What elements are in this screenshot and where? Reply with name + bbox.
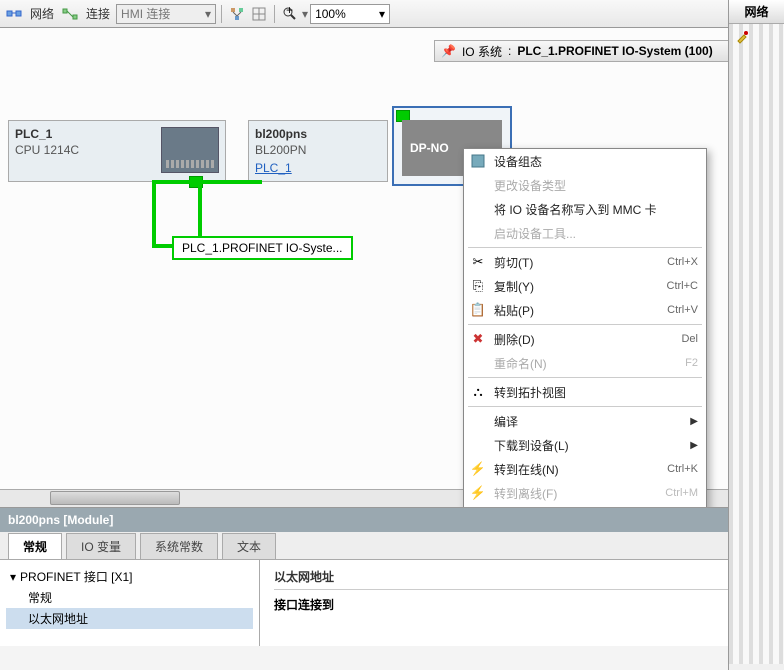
tree-profinet-interface[interactable]: ▾PROFINET 接口 [X1] <box>6 566 253 587</box>
collapse-icon[interactable]: ▾ <box>10 570 16 584</box>
property-tabs: 常规 IO 变量 系统常数 文本 <box>0 532 784 560</box>
right-panel-title[interactable]: 网络 <box>729 0 784 24</box>
copy-icon: ⎘ <box>468 277 488 295</box>
menu-device-config[interactable]: 设备组态 <box>464 149 706 173</box>
hmi-connection-select[interactable]: HMI 连接 <box>116 4 216 24</box>
network-label[interactable]: 网络 <box>26 5 58 22</box>
delete-icon: ✖ <box>468 330 488 348</box>
module-title-bar: bl200pns [Module] <box>0 508 784 532</box>
io-system-value: PLC_1.PROFINET IO-System (100) <box>517 44 712 58</box>
context-menu: 设备组态 更改设备类型 将 IO 设备名称写入到 MMC 卡 启动设备工具...… <box>463 148 707 508</box>
connection-line <box>152 180 262 184</box>
menu-online-diag[interactable]: 🔧在线和诊断(D)Ctrl+D <box>464 505 706 508</box>
io-system-bar: 📌 IO 系统: PLC_1.PROFINET IO-System (100) <box>434 40 774 62</box>
tab-system-constants[interactable]: 系统常数 <box>140 533 218 559</box>
separator <box>221 5 222 23</box>
offline-icon: ⚡ <box>468 484 488 502</box>
menu-separator <box>468 324 702 325</box>
menu-start-tool: 启动设备工具... <box>464 221 706 245</box>
paste-icon: 📋 <box>468 301 488 319</box>
property-body: 以太网地址 接口连接到 <box>260 560 784 646</box>
scrollbar-thumb[interactable] <box>50 491 180 505</box>
device-plc1[interactable]: PLC_1 CPU 1214C <box>8 120 226 182</box>
pin-icon[interactable]: 📌 <box>441 44 456 58</box>
right-side-panel: 网络 <box>728 0 784 670</box>
menu-separator <box>468 406 702 407</box>
io-system-prefix: IO 系统 <box>462 43 502 60</box>
svg-text:+: + <box>286 6 293 17</box>
property-heading: 以太网地址 <box>274 568 770 590</box>
menu-download[interactable]: 下载到设备(L)▶ <box>464 433 706 457</box>
tab-text[interactable]: 文本 <box>222 533 276 559</box>
device-bl200pns[interactable]: bl200pns BL200PN PLC_1 <box>248 120 388 182</box>
menu-goto-topology[interactable]: ⛬转到拓扑视图 <box>464 380 706 404</box>
cut-icon: ✂ <box>468 253 488 271</box>
connection-label[interactable]: 连接 <box>82 5 114 22</box>
network-canvas[interactable]: 📌 IO 系统: PLC_1.PROFINET IO-System (100) … <box>0 28 784 508</box>
tab-io-variables[interactable]: IO 变量 <box>66 533 136 559</box>
device-title: bl200pns <box>255 127 381 141</box>
config-icon <box>468 152 488 170</box>
grid-icon[interactable] <box>249 4 269 24</box>
menu-compile[interactable]: 编译▶ <box>464 409 706 433</box>
tree-general[interactable]: 常规 <box>6 587 253 608</box>
plc-image <box>161 127 219 173</box>
topology-icon: ⛬ <box>468 383 488 401</box>
menu-delete[interactable]: ✖删除(D)Del <box>464 327 706 351</box>
menu-write-mmc[interactable]: 将 IO 设备名称写入到 MMC 卡 <box>464 197 706 221</box>
menu-separator <box>468 247 702 248</box>
menu-paste[interactable]: 📋粘贴(P)Ctrl+V <box>464 298 706 322</box>
relations-icon[interactable] <box>227 4 247 24</box>
plc-link[interactable]: PLC_1 <box>255 161 381 175</box>
device-subtitle: BL200PN <box>255 143 381 157</box>
dropdown-arrow[interactable]: ▾ <box>302 7 308 21</box>
submenu-arrow: ▶ <box>690 440 698 451</box>
submenu-arrow: ▶ <box>690 416 698 427</box>
online-icon: ⚡ <box>468 460 488 478</box>
wrench-icon[interactable] <box>735 30 749 44</box>
connection-label-box[interactable]: PLC_1.PROFINET IO-Syste... <box>172 236 353 260</box>
menu-go-online[interactable]: ⚡转到在线(N)Ctrl+K <box>464 457 706 481</box>
property-section: 接口连接到 <box>274 596 770 613</box>
connection-line <box>152 180 156 248</box>
menu-cut[interactable]: ✂剪切(T)Ctrl+X <box>464 250 706 274</box>
menu-go-offline: ⚡转到离线(F)Ctrl+M <box>464 481 706 505</box>
right-panel-body <box>729 24 784 664</box>
tree-ethernet-address[interactable]: 以太网地址 <box>6 608 253 629</box>
zoom-icon[interactable]: + <box>280 4 300 24</box>
menu-rename: 重命名(N)F2 <box>464 351 706 375</box>
property-tree: ▾PROFINET 接口 [X1] 常规 以太网地址 <box>0 560 260 646</box>
menu-copy[interactable]: ⎘复制(Y)Ctrl+C <box>464 274 706 298</box>
separator <box>274 5 275 23</box>
main-toolbar: 网络 连接 HMI 连接 + ▾ 100%▾ <box>0 0 784 28</box>
menu-separator <box>468 377 702 378</box>
tab-general[interactable]: 常规 <box>8 533 62 559</box>
menu-change-type: 更改设备类型 <box>464 173 706 197</box>
connection-icon[interactable] <box>60 4 80 24</box>
zoom-select[interactable]: 100%▾ <box>310 4 390 24</box>
network-icon[interactable] <box>4 4 24 24</box>
properties-area: ▾PROFINET 接口 [X1] 常规 以太网地址 以太网地址 接口连接到 <box>0 560 784 646</box>
connection-line <box>198 180 202 244</box>
